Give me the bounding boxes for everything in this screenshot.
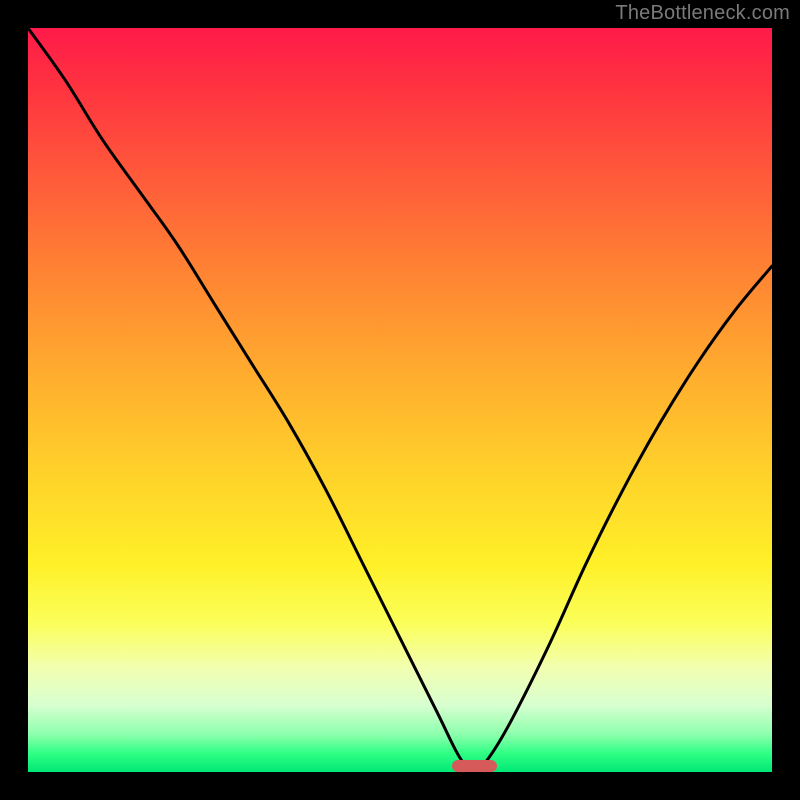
curve-svg [28,28,772,772]
bottleneck-curve-path [28,28,772,772]
optimal-marker [452,760,497,772]
plot-area [28,28,772,772]
chart-frame: TheBottleneck.com [0,0,800,800]
watermark-text: TheBottleneck.com [615,2,790,25]
